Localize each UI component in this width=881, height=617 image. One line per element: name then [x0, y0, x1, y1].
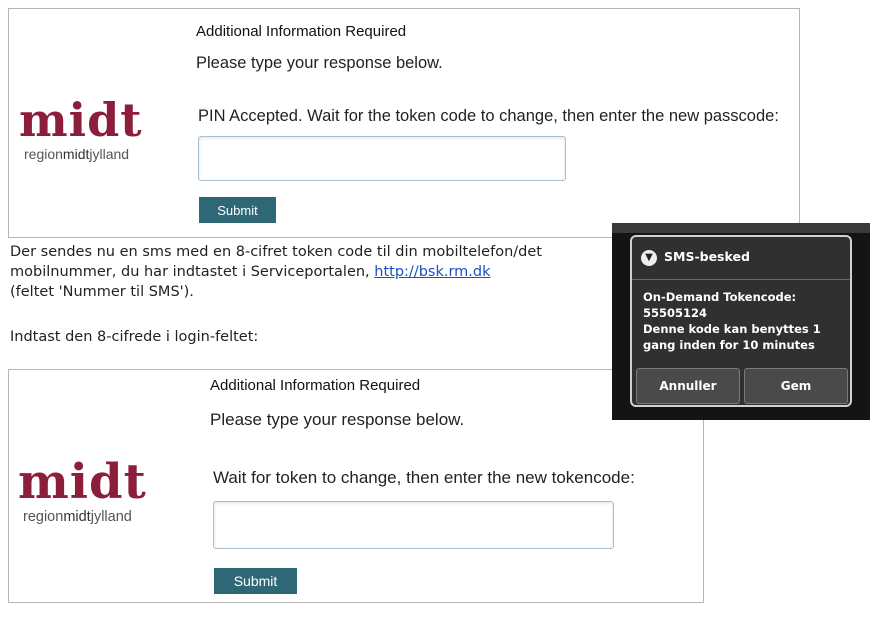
instructions-line-3: (feltet 'Nummer til SMS').: [10, 284, 194, 300]
panel-subtitle: Please type your response below.: [210, 410, 465, 429]
midt-logo: midt regionmidtjylland: [18, 458, 147, 525]
instructions-line-2: mobilnummer, du har indtastet i Servicep…: [10, 262, 542, 282]
sms-token-code: 55505124: [643, 306, 708, 320]
sms-save-button[interactable]: Gem: [744, 368, 848, 404]
submit-button[interactable]: Submit: [214, 568, 297, 594]
passcode-input[interactable]: [198, 136, 566, 181]
phone-screenshot: ▼ SMS-besked On-Demand Tokencode: 555051…: [612, 223, 870, 420]
sms-dialog-header: ▼ SMS-besked: [632, 237, 850, 280]
sms-line: On-Demand Tokencode:: [643, 290, 797, 304]
logo-subtitle: regionmidtjylland: [24, 147, 143, 161]
panel-title: Additional Information Required: [196, 23, 407, 40]
sms-dialog: ▼ SMS-besked On-Demand Tokencode: 555051…: [630, 235, 852, 407]
serviceportal-link[interactable]: http://bsk.rm.dk: [374, 264, 490, 280]
midt-logo: midt regionmidtjylland: [19, 97, 143, 161]
logo-sub-jylland: jylland: [89, 146, 130, 162]
logo-sub-midt: midt: [63, 509, 91, 525]
tokencode-input[interactable]: [213, 501, 614, 549]
instructions-text: Der sendes nu en sms med en 8-cifret tok…: [10, 242, 542, 302]
login-panel-pin: midt regionmidtjylland Additional Inform…: [8, 8, 800, 238]
chevron-down-circle-icon: ▼: [641, 250, 657, 266]
phone-status-strip: [612, 223, 870, 233]
sms-cancel-button[interactable]: Annuller: [636, 368, 740, 404]
logo-wordmark: midt: [19, 93, 143, 147]
logo-sub-region: region: [23, 509, 64, 525]
sms-line: Denne kode kan benyttes 1: [643, 322, 821, 336]
logo-subtitle: regionmidtjylland: [23, 510, 147, 525]
panel-subtitle: Please type your response below.: [196, 54, 443, 72]
logo-sub-midt: midt: [62, 146, 90, 162]
login-panel-token: midt regionmidtjylland Additional Inform…: [8, 369, 704, 603]
sms-message-body: On-Demand Tokencode: 55505124 Denne kode…: [643, 289, 848, 353]
submit-button[interactable]: Submit: [199, 197, 276, 223]
logo-sub-region: region: [24, 146, 63, 162]
instructions-line-1: Der sendes nu en sms med en 8-cifret tok…: [10, 244, 542, 260]
instructions-line-4: Indtast den 8-cifrede i login-feltet:: [10, 329, 259, 345]
sms-line: gang inden for 10 minutes: [643, 338, 815, 352]
logo-sub-jylland: jylland: [90, 509, 132, 525]
passcode-prompt: PIN Accepted. Wait for the token code to…: [198, 107, 779, 125]
logo-wordmark: midt: [18, 454, 147, 510]
panel-title: Additional Information Required: [210, 377, 421, 394]
instructions-line-2-text: mobilnummer, du har indtastet i Servicep…: [10, 264, 375, 280]
tokencode-prompt: Wait for token to change, then enter the…: [213, 468, 635, 487]
sms-dialog-title: SMS-besked: [664, 249, 750, 264]
